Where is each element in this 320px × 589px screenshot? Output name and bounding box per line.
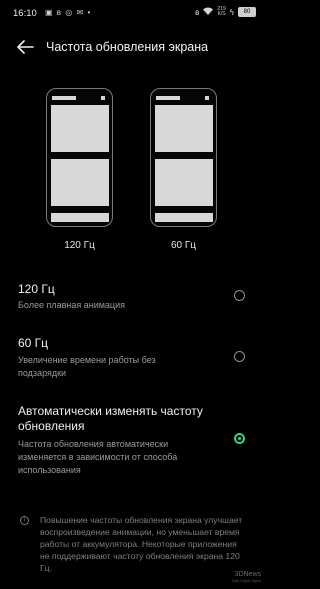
status-bar: 16:10 ▣ ʙ ◎ ✉ • ʙ 219 K/S ϟ 80 <box>0 0 265 26</box>
status-time: 16:10 <box>13 8 37 19</box>
charging-icon: ϟ <box>229 7 234 17</box>
preview-label-120hz: 120 Гц <box>64 240 95 251</box>
option-title: 60 Гц <box>18 336 49 350</box>
dot-icon: • <box>87 8 92 17</box>
option-title: Автоматически изменять частоту обновлени… <box>18 404 203 433</box>
radio-60hz[interactable] <box>234 351 245 362</box>
phone-dot <box>205 96 209 100</box>
mail-icon: ✉ <box>76 8 85 17</box>
phone-content-block <box>51 159 109 206</box>
preview-phone-60hz <box>150 88 217 227</box>
option-auto[interactable]: Автоматически изменять частоту обновлени… <box>0 404 265 476</box>
option-subtitle: Частота обновления автоматически изменяе… <box>18 439 178 475</box>
phone-status-bar <box>156 96 180 100</box>
info-icon: i <box>20 516 29 525</box>
option-title: 120 Гц <box>18 282 55 296</box>
radio-120hz[interactable] <box>234 290 245 301</box>
notification-icon: ▣ <box>45 8 54 17</box>
preview-phone-120hz <box>46 88 113 227</box>
wifi-icon <box>203 7 214 17</box>
watermark-tagline: Daily Digital Digest <box>231 579 261 583</box>
phone-content-block <box>51 105 109 152</box>
net-speed: 219 K/S <box>217 6 226 17</box>
media-icon: ◎ <box>65 8 74 17</box>
phone-content-block <box>155 105 213 152</box>
status-right-icons: ʙ 219 K/S ϟ 80 <box>195 7 256 17</box>
phone-status-bar <box>52 96 76 100</box>
option-60hz[interactable]: 60 Гц Увеличение времени работы без подз… <box>0 336 265 381</box>
bluetooth-status-icon: ʙ <box>195 7 200 17</box>
phone-dot <box>101 96 105 100</box>
option-subtitle: Увеличение времени работы без подзарядки <box>18 355 156 378</box>
watermark-logo: 3DNews Daily Digital Digest <box>232 571 261 585</box>
bluetooth-icon: ʙ <box>56 8 63 17</box>
back-arrow-icon[interactable] <box>15 38 35 56</box>
phone-content-block <box>51 213 109 222</box>
battery-icon: 80 <box>238 7 256 17</box>
radio-auto[interactable] <box>234 433 245 444</box>
info-note: Повышение частоты обновления экрана улуч… <box>40 515 243 573</box>
preview-label-60hz: 60 Гц <box>170 240 197 251</box>
status-notification-icons: ▣ ʙ ◎ ✉ • <box>45 8 91 17</box>
header: Частота обновления экрана <box>0 32 265 62</box>
option-120hz[interactable]: 120 Гц Более плавная анимация <box>0 282 265 316</box>
option-subtitle: Более плавная анимация <box>18 300 125 310</box>
phone-content-block <box>155 213 213 222</box>
page-title: Частота обновления экрана <box>46 40 209 54</box>
watermark-brand: 3DNews <box>234 571 261 578</box>
phone-content-block <box>155 159 213 206</box>
